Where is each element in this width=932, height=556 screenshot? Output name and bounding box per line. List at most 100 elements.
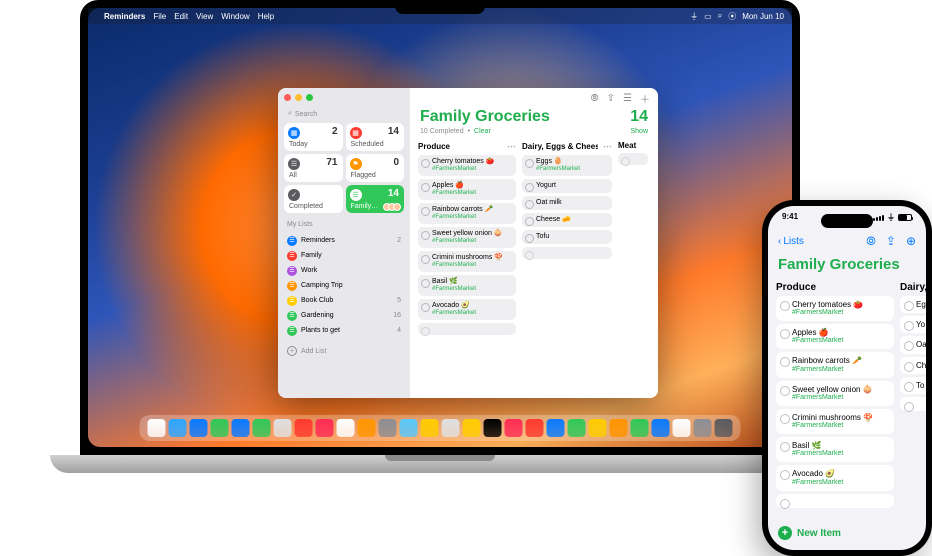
reminder-item[interactable]: To: [900, 377, 926, 394]
menu-view[interactable]: View: [196, 12, 213, 21]
reminder-tag[interactable]: #FarmersMarket: [792, 422, 890, 430]
sidebar-list-item[interactable]: ☰ Family: [284, 248, 404, 263]
sidebar-list-item[interactable]: ☰ Reminders 2: [284, 233, 404, 248]
dock-app[interactable]: [379, 419, 397, 437]
dock-app[interactable]: [148, 419, 166, 437]
close-button[interactable]: [284, 94, 291, 101]
reminder-tag[interactable]: #FarmersMarket: [792, 479, 890, 487]
reminder-tag[interactable]: #FarmersMarket: [792, 394, 890, 402]
view-options-icon[interactable]: ☰: [623, 93, 632, 104]
sidebar-list-item[interactable]: ☰ Camping Trip: [284, 278, 404, 293]
show-button[interactable]: Show: [630, 128, 648, 135]
reminder-item[interactable]: Oa: [900, 336, 926, 353]
reminder-item[interactable]: Yo: [900, 316, 926, 333]
sidebar-list-item[interactable]: ☰ Plants to get 4: [284, 323, 404, 338]
clear-button[interactable]: Clear: [474, 128, 491, 135]
reminder-item[interactable]: Egg: [900, 296, 926, 313]
wifi-icon[interactable]: ⏚: [690, 11, 698, 22]
add-reminder-button[interactable]: ＋: [640, 91, 650, 106]
empty-reminder-slot[interactable]: [618, 153, 648, 165]
reminder-item[interactable]: Avocado 🥑#FarmersMarket: [776, 465, 894, 490]
reminder-item[interactable]: Sweet yellow onion 🧅#FarmersMarket: [418, 227, 516, 248]
empty-reminder-slot[interactable]: [900, 397, 926, 411]
share-icon[interactable]: ⇪: [886, 234, 896, 249]
reminder-item[interactable]: Ch: [900, 357, 926, 374]
reminder-tag[interactable]: #FarmersMarket: [432, 214, 512, 221]
reminder-tag[interactable]: #FarmersMarket: [792, 366, 890, 374]
menubar-clock[interactable]: Mon Jun 10: [742, 12, 784, 21]
dock-app[interactable]: [232, 419, 250, 437]
smart-all[interactable]: ☰ 71 All: [284, 154, 343, 182]
dock-app[interactable]: [568, 419, 586, 437]
dock-app[interactable]: [484, 419, 502, 437]
dock-app[interactable]: [442, 419, 460, 437]
dock-app[interactable]: [673, 419, 691, 437]
reminder-tag[interactable]: #FarmersMarket: [432, 238, 512, 245]
reminder-item[interactable]: Cheese 🧀: [522, 213, 612, 227]
reminder-item[interactable]: Yogurt: [522, 179, 612, 193]
reminder-tag[interactable]: #FarmersMarket: [432, 166, 512, 173]
search-input[interactable]: ⌕ Search: [284, 108, 404, 120]
empty-reminder-slot[interactable]: [776, 494, 894, 508]
dock-app[interactable]: [652, 419, 670, 437]
share-icon[interactable]: ⇪: [607, 93, 615, 104]
reminder-tag[interactable]: #FarmersMarket: [792, 337, 890, 345]
reminder-item[interactable]: Apples 🍎#FarmersMarket: [776, 324, 894, 349]
menu-edit[interactable]: Edit: [174, 12, 188, 21]
reminder-tag[interactable]: #FarmersMarket: [792, 309, 890, 317]
search-menubar-icon[interactable]: ⌕: [718, 11, 722, 21]
dock-app[interactable]: [715, 419, 733, 437]
reminder-item[interactable]: Eggs 🥚#FarmersMarket: [522, 155, 612, 176]
reminder-tag[interactable]: #FarmersMarket: [536, 166, 608, 173]
column-menu-icon[interactable]: ⋯: [603, 141, 612, 152]
reminder-item[interactable]: Tofu: [522, 230, 612, 244]
add-list-button[interactable]: + Add List: [284, 343, 404, 359]
dock-app[interactable]: [211, 419, 229, 437]
menu-file[interactable]: File: [153, 12, 166, 21]
dock-app[interactable]: [631, 419, 649, 437]
menu-window[interactable]: Window: [221, 12, 249, 21]
menu-help[interactable]: Help: [258, 12, 274, 21]
reminder-item[interactable]: Oat milk: [522, 196, 612, 210]
reminder-item[interactable]: Basil 🌿#FarmersMarket: [418, 275, 516, 296]
smart-family-selected[interactable]: ☰ 14 Family…: [346, 185, 405, 213]
reminder-tag[interactable]: #FarmersMarket: [432, 190, 512, 197]
smart-completed[interactable]: ✓ Completed: [284, 185, 343, 213]
sidebar-list-item[interactable]: ☰ Book Club 5: [284, 293, 404, 308]
dock-app[interactable]: [358, 419, 376, 437]
reminder-item[interactable]: Apples 🍎#FarmersMarket: [418, 179, 516, 200]
dock-app[interactable]: [526, 419, 544, 437]
dock-app[interactable]: [610, 419, 628, 437]
reminder-item[interactable]: Crimini mushrooms 🍄#FarmersMarket: [776, 409, 894, 434]
reminder-item[interactable]: Crimini mushrooms 🍄#FarmersMarket: [418, 251, 516, 272]
dock-app[interactable]: [274, 419, 292, 437]
dock-app[interactable]: [421, 419, 439, 437]
smart-flagged[interactable]: ⚑ 0 Flagged: [346, 154, 405, 182]
dock-app[interactable]: [253, 419, 271, 437]
dock-app[interactable]: [337, 419, 355, 437]
reminder-tag[interactable]: #FarmersMarket: [432, 262, 512, 269]
column-menu-icon[interactable]: ⋯: [507, 141, 516, 152]
new-item-button[interactable]: + New Item: [778, 526, 841, 540]
reminder-item[interactable]: Avocado 🥑#FarmersMarket: [418, 299, 516, 320]
sidebar-list-item[interactable]: ☰ Work: [284, 263, 404, 278]
dock-app[interactable]: [463, 419, 481, 437]
reminder-item[interactable]: Cherry tomatoes 🍅#FarmersMarket: [776, 296, 894, 321]
reminder-item[interactable]: Basil 🌿#FarmersMarket: [776, 437, 894, 462]
sidebar-list-item[interactable]: ☰ Gardening 16: [284, 308, 404, 323]
dock-app[interactable]: [505, 419, 523, 437]
collaborate-icon[interactable]: ⦾: [591, 93, 599, 104]
dock-app[interactable]: [316, 419, 334, 437]
reminder-item[interactable]: Rainbow carrots 🥕#FarmersMarket: [418, 203, 516, 224]
reminder-tag[interactable]: #FarmersMarket: [432, 310, 512, 317]
dock-app[interactable]: [547, 419, 565, 437]
empty-reminder-slot[interactable]: [522, 247, 612, 259]
dock-app[interactable]: [295, 419, 313, 437]
reminder-tag[interactable]: #FarmersMarket: [432, 286, 512, 293]
menubar-app-name[interactable]: Reminders: [104, 12, 145, 21]
fullscreen-button[interactable]: [306, 94, 313, 101]
more-icon[interactable]: ⊕: [906, 234, 916, 249]
reminder-item[interactable]: Sweet yellow onion 🧅#FarmersMarket: [776, 381, 894, 406]
control-center-icon[interactable]: ⦿: [728, 11, 736, 22]
minimize-button[interactable]: [295, 94, 302, 101]
